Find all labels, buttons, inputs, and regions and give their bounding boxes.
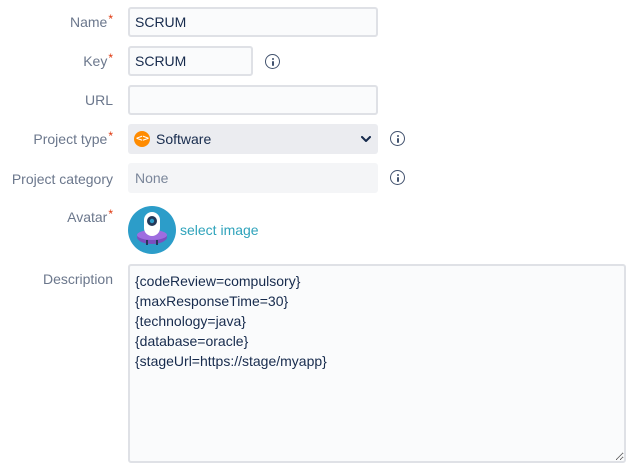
- required-marker: *: [108, 129, 113, 143]
- url-label: URL: [84, 92, 113, 108]
- chevron-down-icon: [360, 133, 372, 145]
- select-image-link[interactable]: select image: [180, 222, 259, 238]
- project-category-info-icon[interactable]: [390, 170, 405, 185]
- project-category-value: None: [135, 170, 169, 186]
- code-brackets-icon: <>: [134, 131, 150, 147]
- name-input[interactable]: [128, 7, 378, 37]
- description-label: Description: [42, 271, 113, 287]
- name-label: Name*: [69, 12, 113, 30]
- required-marker: *: [108, 207, 113, 221]
- project-type-select[interactable]: <> Software: [128, 124, 378, 154]
- key-input[interactable]: [128, 46, 253, 76]
- project-category-label: Project category: [11, 171, 113, 187]
- project-type-value: Software: [156, 131, 212, 147]
- url-input[interactable]: [128, 85, 378, 115]
- avatar-label: Avatar*: [67, 207, 113, 225]
- project-avatar[interactable]: [128, 206, 176, 254]
- key-info-icon[interactable]: [265, 54, 280, 69]
- required-marker: *: [108, 51, 113, 65]
- required-marker: *: [108, 12, 113, 26]
- robot-avatar-icon: [128, 206, 176, 254]
- key-label: Key*: [83, 51, 113, 69]
- project-type-info-icon[interactable]: [390, 131, 405, 146]
- description-textarea[interactable]: {codeReview=compulsory} {maxResponseTime…: [128, 264, 626, 463]
- project-type-label: Project type*: [33, 129, 113, 147]
- project-category-select[interactable]: None: [128, 163, 378, 193]
